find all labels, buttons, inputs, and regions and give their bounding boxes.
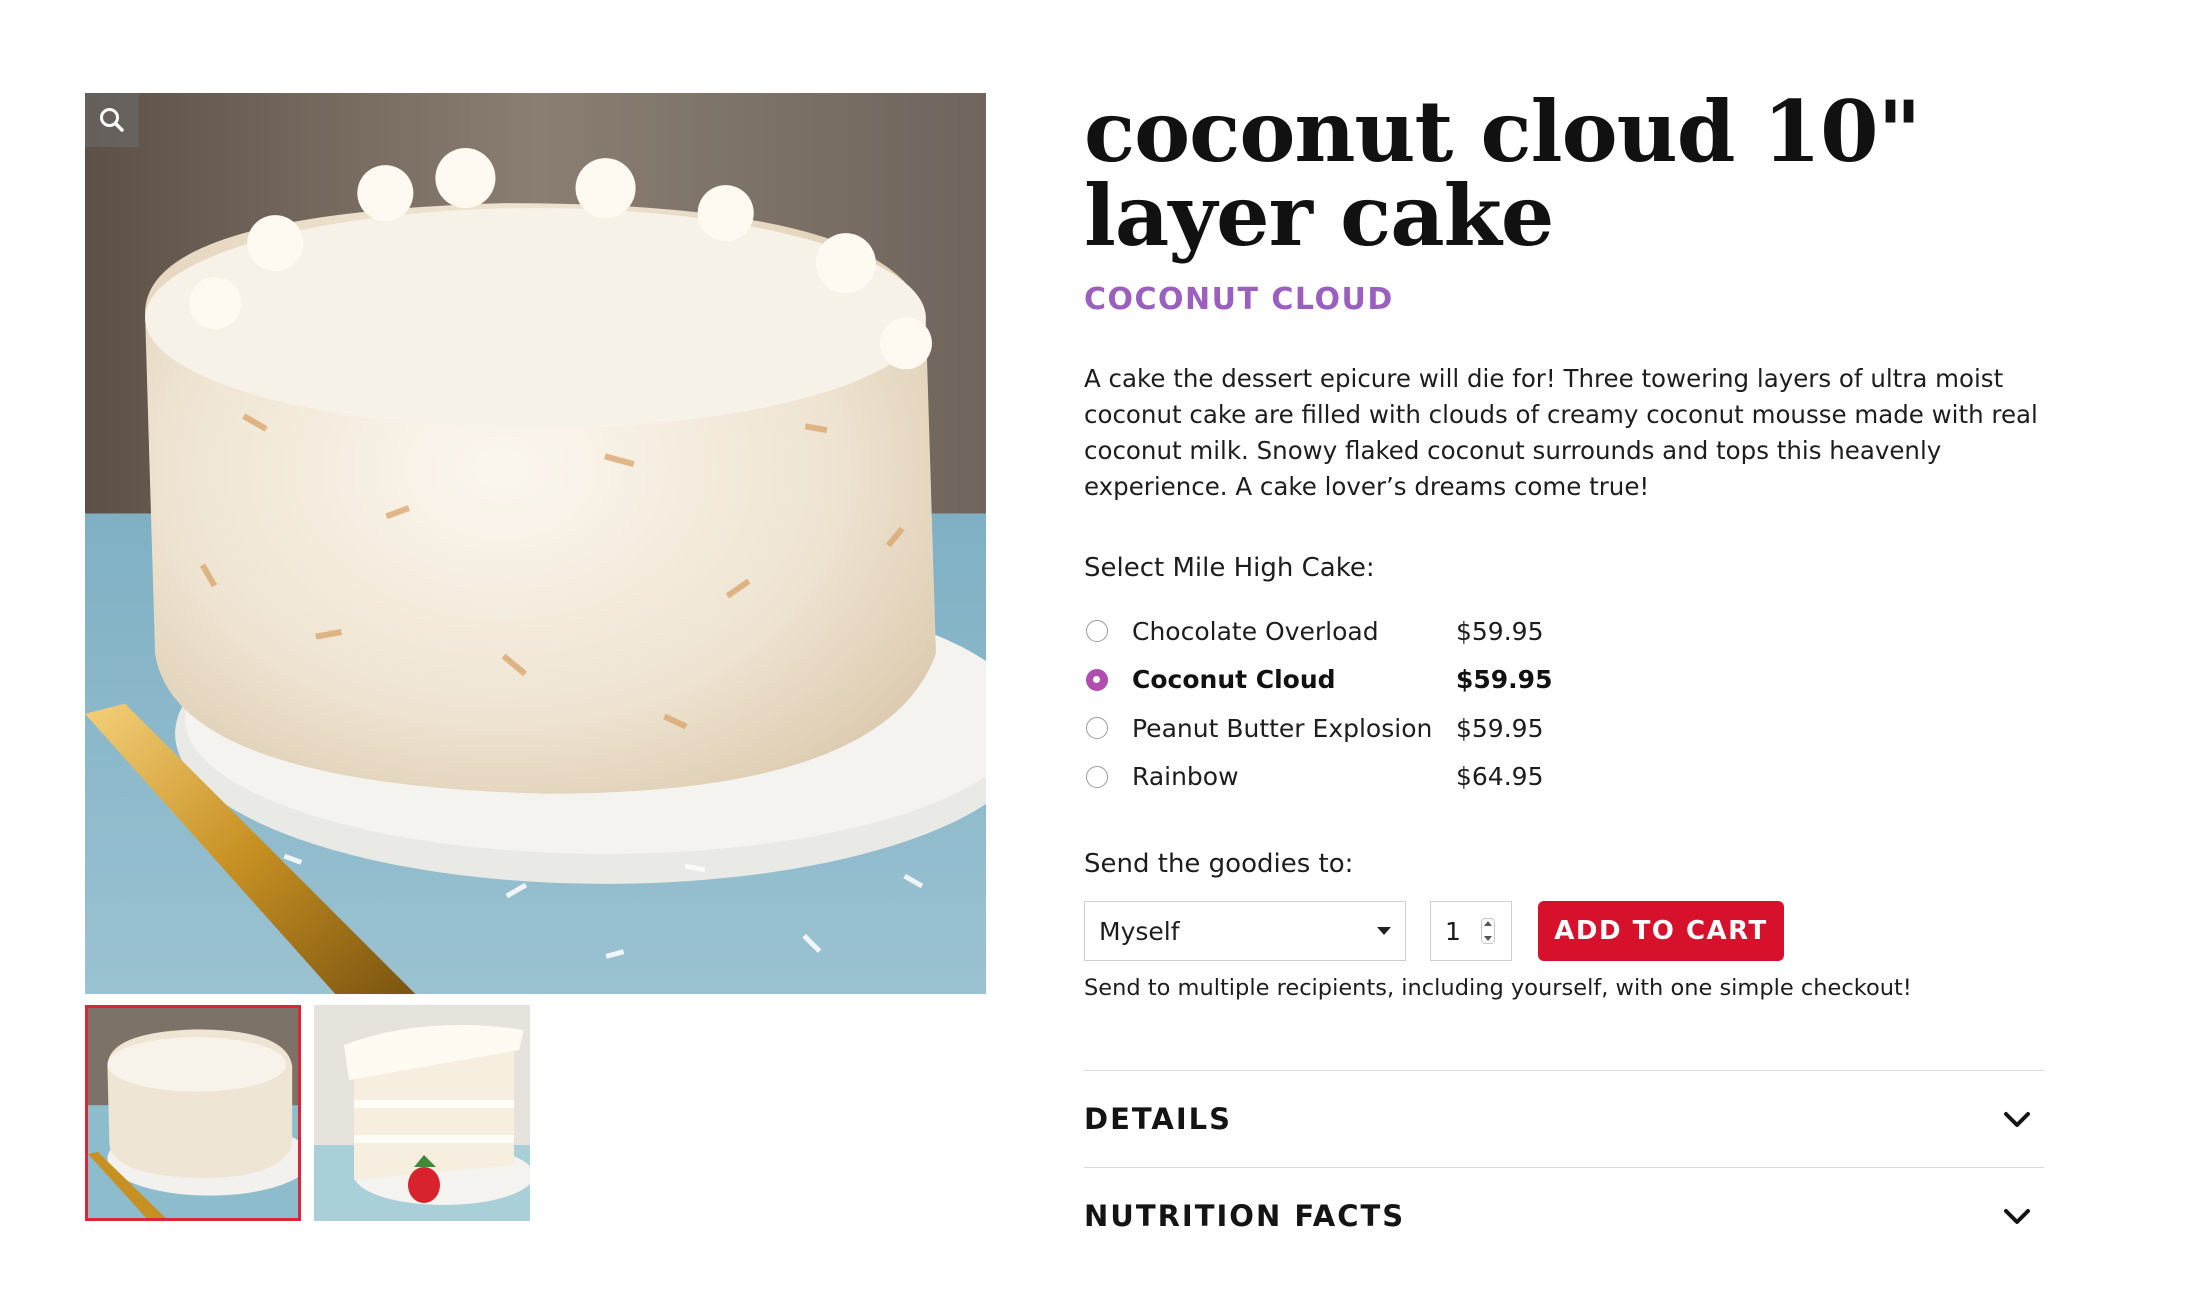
variant-price: $59.95: [1456, 665, 1553, 695]
product-accordion: DETAILS NUTRITION FACTS: [1084, 1070, 2044, 1264]
decrement-icon[interactable]: [1484, 936, 1492, 941]
whole-cake-thumbnail-image: [88, 1008, 298, 1218]
variant-picker-label: Select Mile High Cake:: [1084, 553, 1375, 583]
multi-recipient-note: Send to multiple recipients, including y…: [1084, 975, 1912, 1001]
variant-price: $64.95: [1456, 762, 1544, 792]
caret-down-icon: [1377, 927, 1391, 935]
accordion-details[interactable]: DETAILS: [1084, 1070, 2044, 1167]
radio-button[interactable]: [1086, 765, 1108, 788]
accordion-nutrition-facts[interactable]: NUTRITION FACTS: [1084, 1167, 2044, 1264]
product-main-image[interactable]: [85, 93, 986, 994]
variant-option-coconut-cloud[interactable]: Coconut Cloud $59.95: [1084, 656, 2044, 705]
variant-option-rainbow[interactable]: Rainbow $64.95: [1084, 753, 2044, 802]
variant-name: Coconut Cloud: [1132, 665, 1336, 695]
search-icon: [100, 108, 124, 132]
variant-name: Rainbow: [1132, 762, 1239, 792]
recipient-select[interactable]: Myself: [1084, 901, 1406, 961]
spin-buttons[interactable]: [1481, 918, 1495, 944]
product-title: coconut cloud 10" layer cake: [1084, 82, 1921, 265]
thumbnail-cake-slice[interactable]: [314, 1005, 530, 1221]
accordion-details-label: DETAILS: [1084, 1102, 1233, 1136]
chevron-down-icon: [2004, 1209, 2030, 1224]
variant-option-chocolate-overload[interactable]: Chocolate Overload $59.95: [1084, 607, 2044, 656]
quantity-value[interactable]: 1: [1445, 917, 1461, 946]
radio-button[interactable]: [1086, 717, 1108, 740]
increment-icon[interactable]: [1484, 921, 1492, 926]
coconut-cake-photo: [85, 93, 986, 994]
radio-button[interactable]: [1086, 620, 1108, 643]
product-brand[interactable]: COCONUT CLOUD: [1084, 282, 2044, 317]
variant-name: Chocolate Overload: [1132, 616, 1379, 646]
variant-option-peanut-butter-explosion[interactable]: Peanut Butter Explosion $59.95: [1084, 704, 2044, 753]
cake-slice-thumbnail-image: [314, 1005, 530, 1221]
recipient-value: Myself: [1099, 916, 1180, 946]
variant-options: Chocolate Overload $59.95 Coconut Cloud …: [1084, 607, 2044, 801]
product-description: A cake the dessert epicure will die for!…: [1084, 364, 2038, 501]
thumbnail-whole-cake[interactable]: [85, 1005, 301, 1221]
send-to-label: Send the goodies to:: [1084, 849, 1354, 879]
accordion-nutrition-label: NUTRITION FACTS: [1084, 1199, 1406, 1233]
variant-name: Peanut Butter Explosion: [1132, 713, 1433, 743]
product-info: coconut cloud 10" layer cake COCONUT CLO…: [1084, 90, 2044, 1001]
zoom-button[interactable]: [85, 93, 139, 147]
add-to-cart-button[interactable]: ADD TO CART: [1538, 901, 1784, 961]
quantity-stepper[interactable]: 1: [1430, 901, 1512, 961]
radio-button-selected[interactable]: [1086, 668, 1108, 691]
add-to-cart-row: Myself 1 ADD TO CART: [1084, 901, 2044, 961]
variant-price: $59.95: [1456, 616, 1544, 646]
chevron-down-icon: [2004, 1112, 2030, 1127]
variant-price: $59.95: [1456, 713, 1544, 743]
